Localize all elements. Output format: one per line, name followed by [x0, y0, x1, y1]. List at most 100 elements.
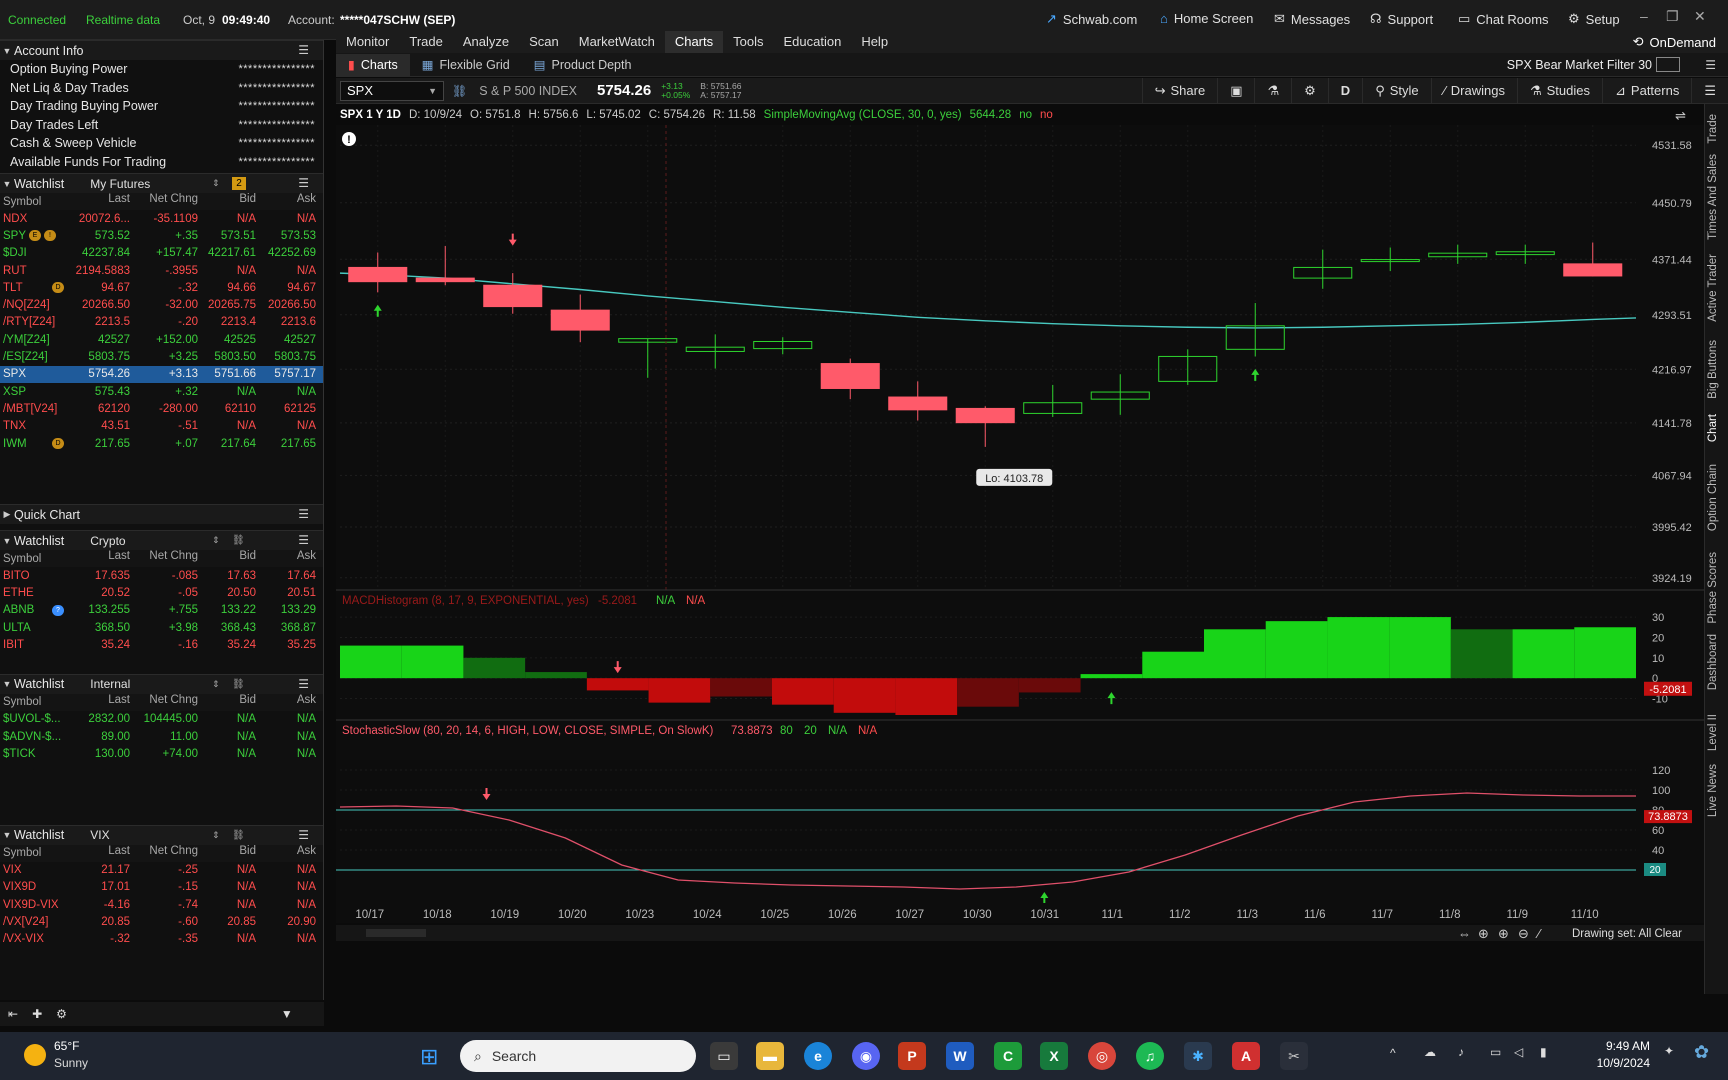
link-icon[interactable]: ⛓: [452, 84, 467, 98]
stoch-label-part[interactable]: 20: [804, 725, 817, 737]
watchlist-row[interactable]: /NQ[Z24] 20266.50 -32.00 20265.75 20266.50: [0, 296, 323, 313]
watchlist-header[interactable]: ▼ Watchlist VIX ⇕ ⛓ ☰: [0, 824, 323, 845]
row-symbol[interactable]: NDX: [0, 213, 70, 225]
weather-desc[interactable]: Sunny: [54, 1056, 88, 1070]
menu-trade[interactable]: Trade: [399, 31, 452, 53]
share-button[interactable]: ↪ Share: [1141, 77, 1218, 104]
row-symbol[interactable]: /MBT[V24]: [0, 403, 70, 415]
candle-body[interactable]: [888, 396, 948, 411]
watchlist-name-select[interactable]: Internal: [90, 677, 130, 691]
maximize-icon[interactable]: ❐: [1666, 8, 1679, 25]
close-icon[interactable]: ✕: [1694, 8, 1706, 25]
row-symbol[interactable]: SPY E!: [0, 230, 70, 242]
row-symbol[interactable]: $DJI: [0, 247, 70, 259]
candle-body[interactable]: [1563, 263, 1623, 277]
watchlist-name-select[interactable]: Crypto: [90, 534, 125, 548]
candle-body[interactable]: [415, 277, 475, 283]
row-symbol[interactable]: $TICK: [0, 748, 70, 760]
watchlist-row[interactable]: RUT 2194.5883 -.3955 N/A N/A: [0, 262, 323, 279]
microphone-icon[interactable]: ♪: [1458, 1045, 1464, 1059]
period-d-button[interactable]: D: [1327, 77, 1362, 104]
windows-start-icon[interactable]: ⊞: [420, 1044, 438, 1070]
candle-body[interactable]: [348, 266, 408, 283]
excel-icon[interactable]: X: [1040, 1042, 1068, 1070]
clock-date[interactable]: 10/9/2024: [1574, 1056, 1650, 1070]
messages-link[interactable]: ✉ Messages: [1274, 11, 1350, 27]
watchlist-name-select[interactable]: My Futures: [90, 177, 150, 191]
filter-label[interactable]: SPX Bear Market Filter 30: [1507, 58, 1652, 72]
watchlist-row[interactable]: SPX 5754.26 +3.13 5751.66 5757.17: [0, 365, 323, 383]
menu-icon[interactable]: ☰: [298, 507, 309, 521]
watchlist-row[interactable]: SPY E! 573.52 +.35 573.51 573.53: [0, 227, 323, 244]
drawings-button[interactable]: ∕ Drawings: [1430, 77, 1517, 104]
row-symbol[interactable]: /RTY[Z24]: [0, 316, 70, 328]
quick-chart-header[interactable]: ▶ Quick Chart ☰: [0, 504, 323, 525]
row-symbol[interactable]: BITO: [0, 570, 70, 582]
search-input[interactable]: ⌕ Search: [460, 1040, 696, 1072]
rail-tab-big-buttons[interactable]: Big Buttons: [1707, 340, 1719, 399]
task-view-icon[interactable]: ▭: [710, 1042, 738, 1070]
column-header[interactable]: Net Chng: [130, 193, 198, 210]
stoch-label-part[interactable]: N/A: [828, 725, 848, 737]
column-header[interactable]: Symbol: [0, 694, 70, 711]
file-explorer-icon[interactable]: ▬: [756, 1042, 784, 1070]
account-info-header[interactable]: ▼ Account Info ☰: [0, 40, 323, 60]
home-screen-link[interactable]: ⌂ Home Screen: [1160, 11, 1253, 26]
style-button[interactable]: ⚲ Style: [1362, 77, 1430, 104]
network-icon[interactable]: ▭: [1490, 1045, 1501, 1059]
pan-icon[interactable]: ⇔: [1458, 926, 1471, 941]
column-header[interactable]: Bid: [198, 694, 256, 711]
menu-icon[interactable]: ☰: [298, 43, 309, 57]
layout-toggle-icon[interactable]: [1656, 57, 1680, 72]
row-symbol[interactable]: /VX[V24]: [0, 916, 70, 928]
menu-icon[interactable]: ☰: [1691, 77, 1728, 104]
watchlist-name-select[interactable]: VIX: [90, 828, 109, 842]
watchlist-row[interactable]: /YM[Z24] 42527 +152.00 42525 42527: [0, 331, 323, 348]
collapse-icon[interactable]: ▼: [0, 536, 14, 546]
stoch-label-part[interactable]: N/A: [858, 725, 878, 737]
column-header[interactable]: Last: [70, 845, 130, 862]
column-header[interactable]: Net Chng: [130, 550, 198, 567]
watchlist-row[interactable]: BITO 17.635 -.085 17.63 17.64: [0, 567, 323, 584]
ondemand-button[interactable]: ⟲ OnDemand: [1633, 33, 1716, 51]
drawing-set-label[interactable]: Drawing set: All Clear: [1572, 928, 1682, 940]
chrome-icon[interactable]: ◎: [1088, 1042, 1116, 1070]
row-symbol[interactable]: TLT D: [0, 282, 70, 294]
chart-canvas[interactable]: 4531.58 4450.79 4371.44 4293.51 4216.97 4141.…: [336, 125, 1704, 1005]
battery-icon[interactable]: ▮: [1540, 1045, 1547, 1059]
column-header[interactable]: Bid: [198, 193, 256, 210]
menu-icon[interactable]: ☰: [298, 533, 309, 547]
row-symbol[interactable]: /ES[Z24]: [0, 351, 70, 363]
watchlist-row[interactable]: /MBT[V24] 62120 -280.00 62110 62125: [0, 400, 323, 417]
green-app-icon[interactable]: C: [994, 1042, 1022, 1070]
watchlist-row[interactable]: TLT D 94.67 -.32 94.66 94.67: [0, 279, 323, 296]
tray-chevron-icon[interactable]: ^: [1390, 1046, 1396, 1060]
acrobat-icon[interactable]: A: [1232, 1042, 1260, 1070]
rail-tab-level-ii[interactable]: Level II: [1707, 714, 1719, 751]
menu-icon[interactable]: ☰: [1705, 58, 1716, 72]
row-symbol[interactable]: XSP: [0, 386, 70, 398]
rail-tab-chart[interactable]: Chart: [1707, 414, 1719, 442]
collapse-icon[interactable]: ▼: [0, 830, 14, 840]
rail-tab-times-and-sales[interactable]: Times And Sales: [1707, 154, 1719, 240]
menu-analyze[interactable]: Analyze: [453, 31, 519, 53]
support-link[interactable]: ☊ Support: [1370, 11, 1433, 27]
sort-arrows-icon[interactable]: ⇕: [212, 178, 220, 189]
watchlist-row[interactable]: VIX9D 17.01 -.15 N/A N/A: [0, 879, 323, 896]
link-icon[interactable]: ⛓: [232, 830, 245, 841]
menu-marketwatch[interactable]: MarketWatch: [569, 31, 665, 53]
add-gadget-icon[interactable]: ✚: [32, 1007, 42, 1021]
menu-icon[interactable]: ☰: [298, 176, 309, 190]
menu-tools[interactable]: Tools: [723, 31, 773, 53]
tools-app-icon[interactable]: ✂: [1280, 1042, 1308, 1070]
watchlist-row[interactable]: ULTA 368.50 +3.98 368.43 368.87: [0, 619, 323, 636]
column-header[interactable]: Ask: [256, 193, 316, 210]
crosshair-icon[interactable]: ⊕: [1478, 926, 1489, 941]
spotify-icon[interactable]: ♫: [1136, 1042, 1164, 1070]
zoom-out-icon[interactable]: ⊖: [1518, 926, 1529, 941]
stoch-label-part[interactable]: 73.8873: [731, 725, 773, 737]
watchlist-row[interactable]: /ES[Z24] 5803.75 +3.25 5803.50 5803.75: [0, 348, 323, 365]
column-header[interactable]: Bid: [198, 550, 256, 567]
row-symbol[interactable]: TNX: [0, 420, 70, 432]
weather-temp[interactable]: 65°F: [54, 1039, 79, 1053]
